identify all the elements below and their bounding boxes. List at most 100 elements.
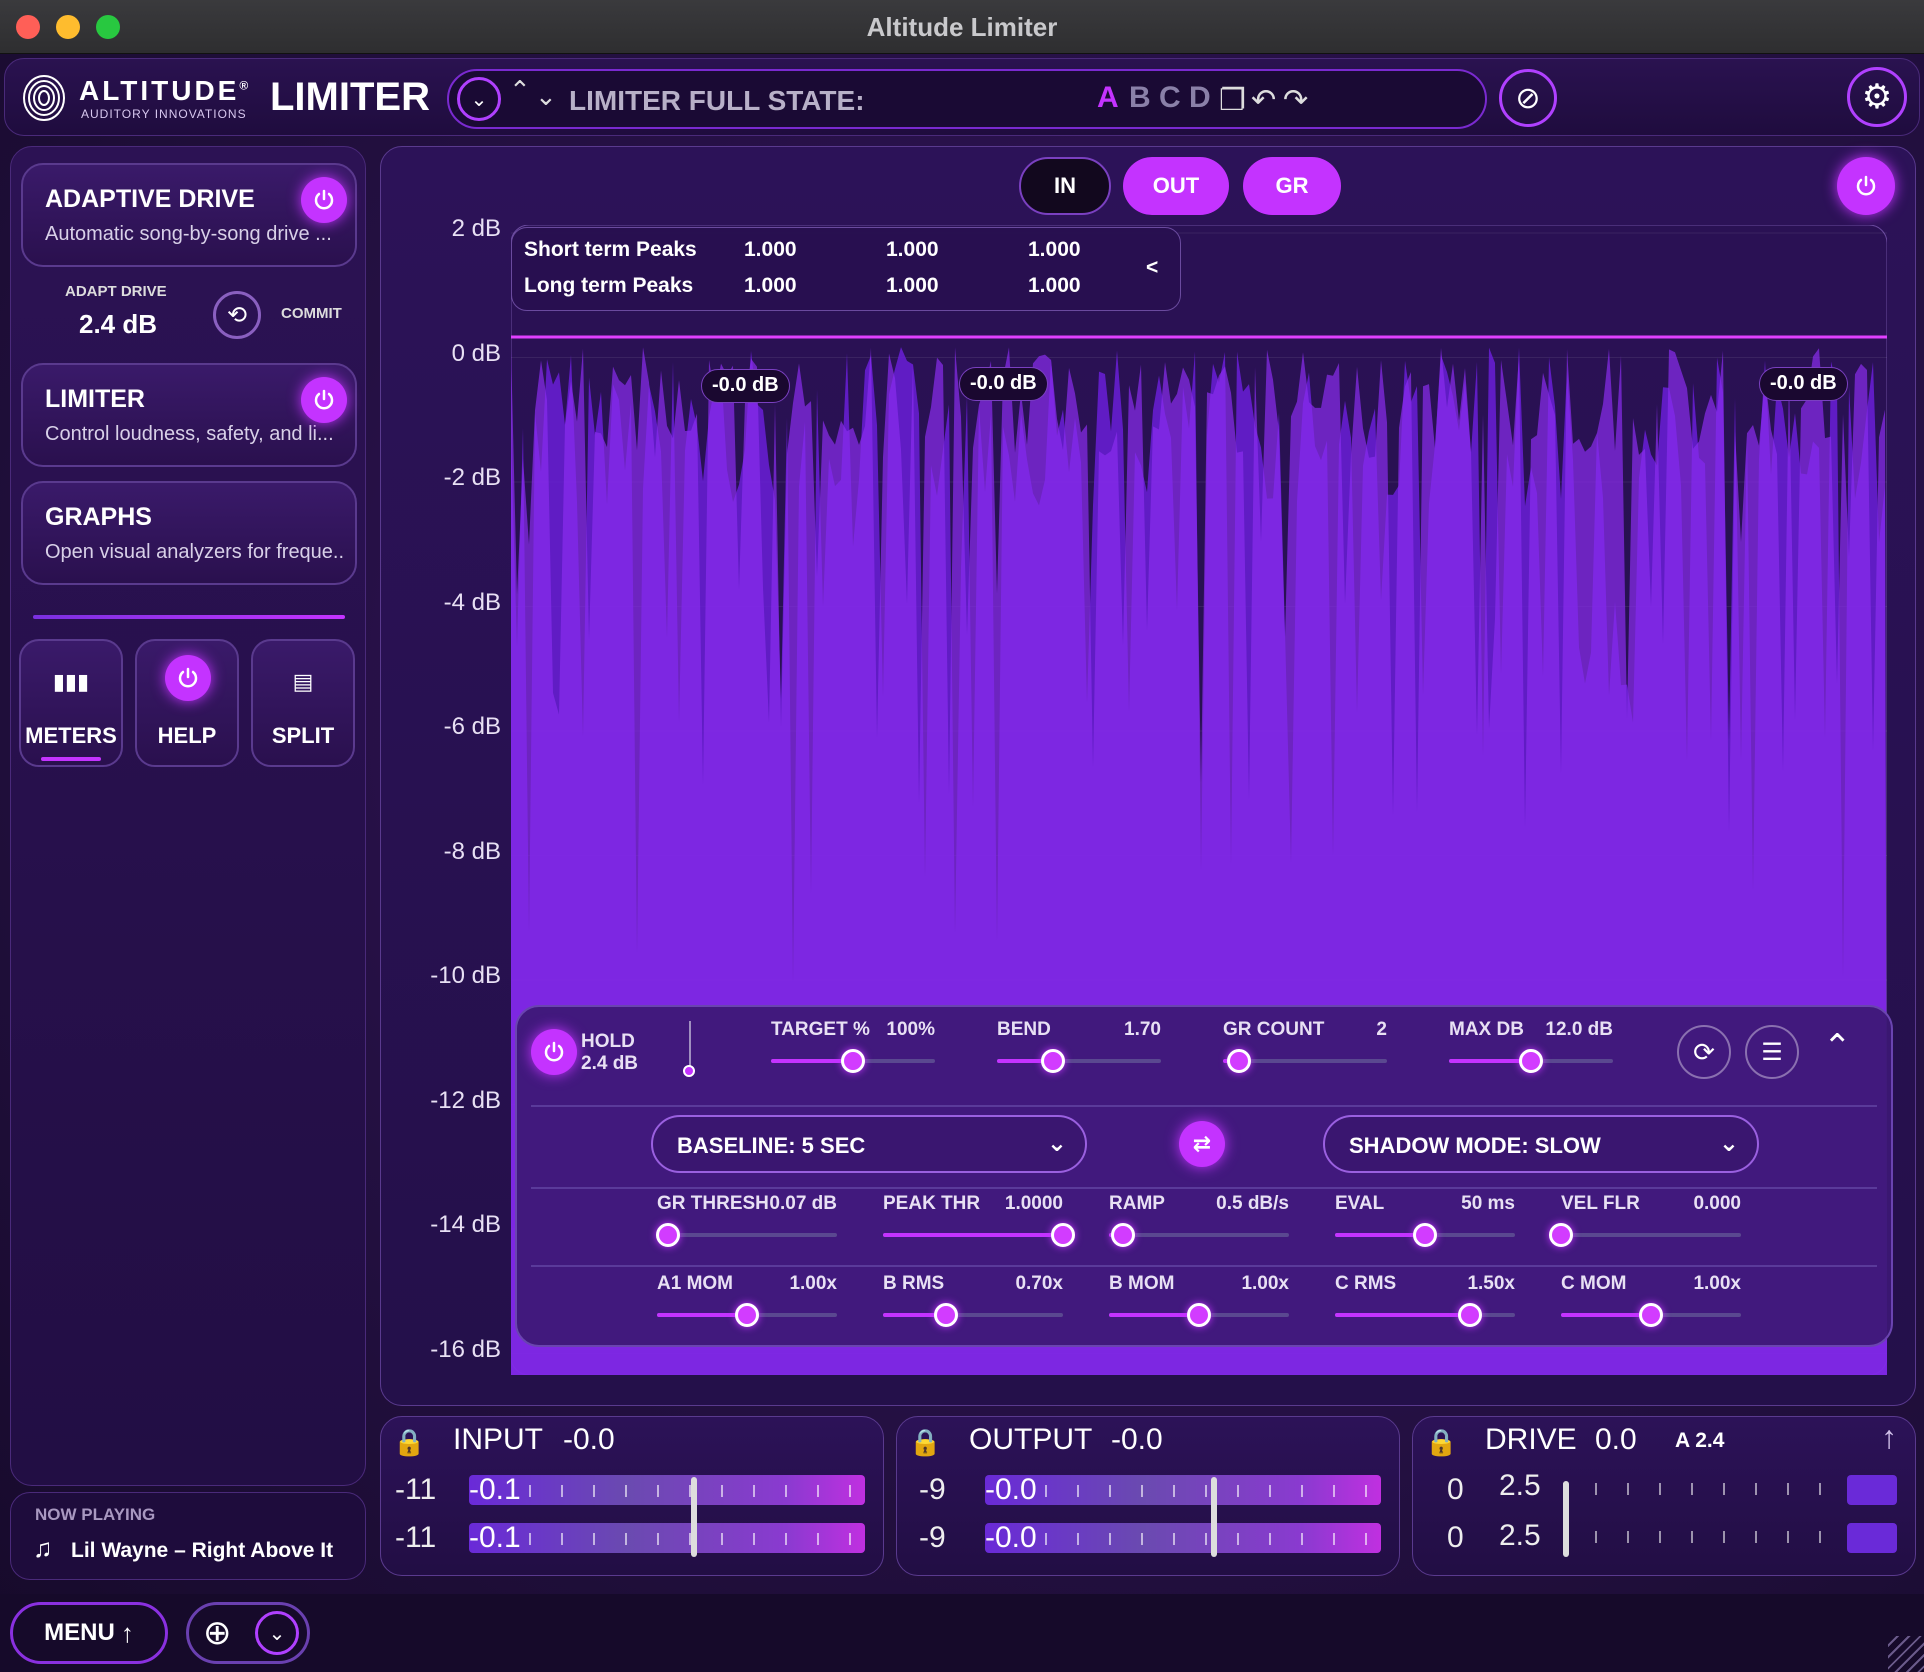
a1-mom-slider-knob[interactable]	[735, 1303, 759, 1327]
drive-level-bar	[1847, 1475, 1897, 1505]
mode-out-button[interactable]: OUT	[1123, 157, 1229, 215]
copy-icon[interactable]: ❐	[1219, 83, 1246, 118]
fingerprint-logo-icon	[23, 75, 65, 121]
gr-count-value: 2	[1376, 1019, 1387, 1040]
shadow-mode-dropdown[interactable]: SHADOW MODE: SLOW ⌄	[1323, 1115, 1759, 1173]
output-title: OUTPUT	[969, 1423, 1093, 1456]
now-playing-label: NOW PLAYING	[35, 1505, 156, 1524]
collapse-chevron-icon[interactable]: ⌃	[1823, 1027, 1852, 1067]
ramp-label: RAMP	[1109, 1193, 1165, 1214]
ramp-value: 0.5 dB/s	[1216, 1193, 1289, 1214]
adaptive-drive-title: ADAPTIVE DRIVE	[45, 185, 255, 213]
split-tile[interactable]: ▤ SPLIT	[251, 639, 355, 767]
input-fader-handle[interactable]	[691, 1477, 697, 1557]
b-mom-slider-knob[interactable]	[1187, 1303, 1211, 1327]
swap-button[interactable]: ⇄	[1179, 1121, 1225, 1167]
settings-button[interactable]: ⚙	[1847, 67, 1907, 127]
mode-in-button[interactable]: IN	[1019, 157, 1111, 215]
long-term-label: Long term Peaks	[524, 274, 694, 297]
graphs-subtitle: Open visual analyzers for freque...	[45, 541, 345, 563]
lock-icon[interactable]: 🔒	[909, 1427, 941, 1458]
undo-icon[interactable]: ↶	[1251, 83, 1276, 118]
a1-mom-slider-fill	[657, 1313, 747, 1317]
gr-count-slider-knob[interactable]	[1227, 1049, 1252, 1073]
arrow-down-icon[interactable]: ⌄	[535, 81, 557, 112]
help-power-button[interactable]	[165, 655, 211, 701]
drive-row-value: 2.5	[1499, 1519, 1541, 1552]
graphs-card[interactable]: GRAPHS Open visual analyzers for freque.…	[21, 481, 357, 585]
gr-thresh-slider-track[interactable]	[657, 1233, 837, 1237]
target-slider-knob[interactable]	[841, 1049, 865, 1073]
limiter-card[interactable]: LIMITER Control loudness, safety, and li…	[21, 363, 357, 467]
drive-fader-handle[interactable]	[1563, 1481, 1569, 1557]
chevron-down-icon: ⌄	[470, 88, 488, 111]
peak-thr-slider-knob[interactable]	[1051, 1223, 1075, 1247]
vel-flr-slider-track[interactable]	[1561, 1233, 1741, 1237]
y-axis-label: -16 dB	[430, 1335, 501, 1363]
bend-slider-knob[interactable]	[1040, 1049, 1065, 1073]
c-mom-slider-knob[interactable]	[1639, 1303, 1663, 1327]
max-db-slider-knob[interactable]	[1519, 1049, 1543, 1073]
list-menu-button[interactable]: ☰	[1745, 1025, 1799, 1079]
ramp-slider-knob[interactable]	[1111, 1223, 1136, 1247]
hold-power-button[interactable]	[531, 1029, 577, 1075]
split-icon: ▤	[292, 669, 314, 694]
slot-c[interactable]: C	[1159, 81, 1181, 115]
y-axis-label: 0 dB	[451, 339, 501, 367]
long-peak-value: 1.000	[1028, 274, 1081, 297]
bypass-button[interactable]: ⊘	[1499, 69, 1557, 127]
divider	[531, 1265, 1877, 1267]
graph-power-button[interactable]	[1837, 157, 1895, 215]
output-fader-handle[interactable]	[1211, 1477, 1217, 1557]
adaptive-drive-power-button[interactable]	[301, 177, 347, 223]
input-title: INPUT	[453, 1423, 543, 1456]
redo-icon[interactable]: ↷	[1283, 83, 1308, 118]
chevron-down-icon: ⌄	[268, 1622, 286, 1645]
lock-icon[interactable]: 🔒	[1425, 1427, 1457, 1458]
limiter-power-button[interactable]	[301, 377, 347, 423]
short-peak-value: 1.000	[1028, 238, 1081, 261]
eval-slider-fill	[1335, 1233, 1425, 1237]
arrow-up-icon[interactable]: ⌃	[509, 75, 531, 106]
menu-button[interactable]: MENU ↑	[10, 1602, 168, 1664]
drive-extra: A 2.4	[1675, 1429, 1725, 1452]
commit-button[interactable]: ⟲	[213, 291, 261, 339]
meters-tile[interactable]: ▮▮▮ METERS	[19, 639, 123, 767]
window-titlebar: Altitude Limiter	[0, 0, 1924, 54]
ramp-slider-track[interactable]	[1109, 1233, 1289, 1237]
baseline-dropdown[interactable]: BASELINE: 5 SEC ⌄	[651, 1115, 1087, 1173]
adaptive-drive-subtitle: Automatic song-by-song drive ...	[45, 223, 332, 245]
slot-b[interactable]: B	[1129, 81, 1151, 115]
eval-value: 50 ms	[1461, 1193, 1515, 1214]
power-icon	[178, 667, 198, 688]
reset-button[interactable]: ⟳	[1677, 1025, 1731, 1079]
eval-slider-knob[interactable]	[1413, 1223, 1437, 1247]
preset-label: LIMITER FULL STATE:	[569, 85, 865, 116]
c-rms-slider-knob[interactable]	[1458, 1303, 1482, 1327]
hold-meter	[689, 1021, 691, 1071]
y-axis-label: 2 dB	[451, 215, 501, 242]
input-level-value: -0.1	[469, 1473, 521, 1506]
arrow-up-icon[interactable]: ↑	[1881, 1419, 1897, 1456]
lock-icon[interactable]: 🔒	[393, 1427, 425, 1458]
resize-grip-icon[interactable]	[1888, 1636, 1924, 1672]
collapse-peaks-button[interactable]: <	[1146, 256, 1158, 280]
vel-flr-slider-knob[interactable]	[1549, 1223, 1573, 1247]
input-row-label: -11	[395, 1473, 437, 1506]
chevron-down-icon: ⌄	[1046, 1130, 1067, 1157]
limiter-title: LIMITER	[45, 385, 145, 413]
language-selector[interactable]: ⊕ ⌄	[186, 1602, 310, 1664]
b-mom-label: B MOM	[1109, 1273, 1175, 1294]
slot-d[interactable]: D	[1189, 81, 1211, 115]
gr-thresh-slider-knob[interactable]	[655, 1223, 680, 1247]
language-dropdown-button[interactable]: ⌄	[255, 1611, 299, 1655]
target-value: 100%	[886, 1019, 935, 1040]
preset-dropdown-button[interactable]: ⌄	[457, 77, 501, 121]
adaptive-drive-card[interactable]: ADAPTIVE DRIVE Automatic song-by-song dr…	[21, 163, 357, 267]
y-axis-label: -2 dB	[443, 464, 501, 491]
graphs-title: GRAPHS	[45, 503, 152, 531]
mode-gr-button[interactable]: GR	[1243, 157, 1341, 215]
help-tile[interactable]: HELP	[135, 639, 239, 767]
slot-a[interactable]: A	[1097, 81, 1119, 115]
b-rms-slider-knob[interactable]	[934, 1303, 958, 1327]
